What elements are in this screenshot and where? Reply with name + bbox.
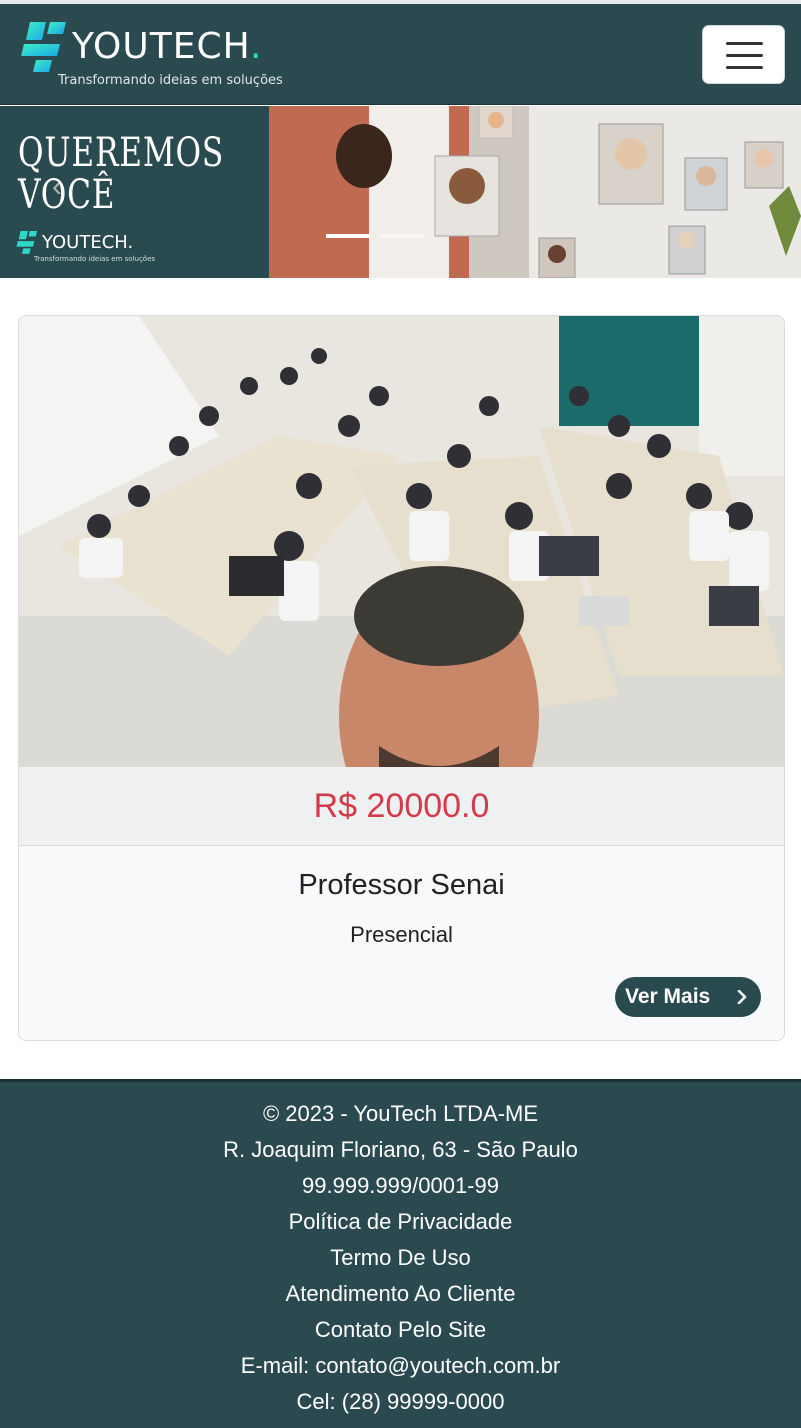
carousel-indicator[interactable] (380, 234, 424, 238)
logo-mark-icon (21, 22, 66, 72)
footer-cnpj: 99.999.999/0001-99 (302, 1173, 499, 1198)
footer-contact-link[interactable]: Contato Pelo Site (0, 1317, 801, 1343)
footer: © 2023 - YouTech LTDA-ME R. Joaquim Flor… (0, 1079, 801, 1428)
banner-logo: YOUTECH. Transformando ideias em soluçõe… (16, 230, 176, 270)
footer-privacy-link[interactable]: Política de Privacidade (0, 1209, 801, 1235)
footer-support-link[interactable]: Atendimento Ao Cliente (0, 1281, 801, 1307)
job-title: Professor Senai (298, 869, 505, 901)
carousel-indicators (326, 234, 446, 240)
carousel-indicator[interactable] (326, 234, 370, 238)
banner-logo-tagline: Transformando ideias em soluções (34, 255, 156, 263)
job-modality: Presencial (350, 922, 453, 947)
hero-carousel: QUEREMOS VOCÊ YOUTECH. Transformando ide… (0, 106, 801, 278)
chevron-left-icon[interactable]: ‹ (52, 170, 62, 204)
hamburger-icon (726, 42, 763, 45)
logo-mark-icon (16, 231, 38, 254)
ver-mais-button[interactable]: Ver Mais (615, 977, 761, 1017)
footer-copyright: © 2023 - YouTech LTDA-ME (262, 1101, 539, 1126)
banner-headline: QUEREMOS VOCÊ (18, 130, 225, 218)
job-price: R$ 20000.0 (313, 787, 490, 825)
classroom-photo (19, 316, 784, 767)
brand-logo[interactable]: YOUTECH. Transformando ideias em soluçõe… (20, 18, 283, 90)
footer-terms-link[interactable]: Termo De Uso (0, 1245, 801, 1271)
brand-tagline: Transformando ideias em soluções (58, 73, 283, 88)
chevron-right-icon (737, 990, 747, 1004)
footer-phone: Cel: (28) 99999-0000 (296, 1389, 505, 1414)
navbar: YOUTECH. Transformando ideias em soluçõe… (0, 4, 801, 105)
hamburger-icon (726, 66, 763, 69)
hamburger-icon (726, 54, 763, 57)
job-card: R$ 20000.0 Professor Senai Presencial Ve… (18, 315, 785, 1041)
footer-email: E-mail: contato@youtech.com.br (240, 1353, 561, 1378)
brand-name: YOUTECH. (72, 26, 263, 67)
price-band: R$ 20000.0 (19, 767, 784, 846)
banner-illustration (269, 106, 801, 278)
banner-logo-name: YOUTECH. (42, 232, 134, 253)
menu-toggle-button[interactable] (702, 25, 785, 84)
banner-text-panel: QUEREMOS VOCÊ YOUTECH. Transformando ide… (0, 106, 269, 278)
card-image (19, 316, 784, 767)
footer-address: R. Joaquim Floriano, 63 - São Paulo (223, 1137, 578, 1162)
banner-image (269, 106, 801, 278)
ver-mais-label: Ver Mais (625, 985, 711, 1008)
